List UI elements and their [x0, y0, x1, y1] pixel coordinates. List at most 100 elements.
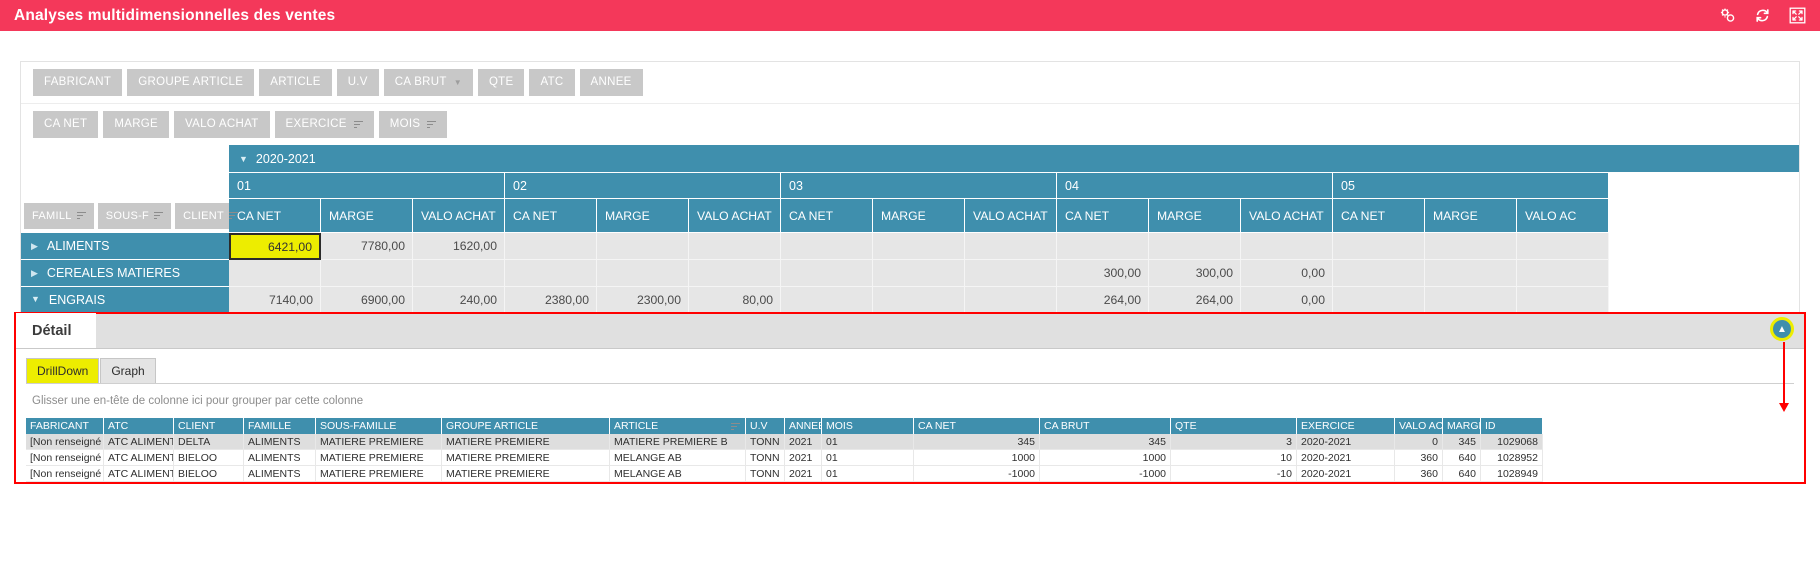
detail-column-header-annee[interactable]: ANNEE — [785, 418, 822, 434]
pivot-month-header-03[interactable]: 03 — [781, 173, 1057, 199]
settings-gears-icon[interactable] — [1719, 7, 1736, 24]
pivot-measure-header[interactable]: VALO ACHAT — [689, 199, 781, 233]
pivot-data-cell[interactable]: 300,00 — [1057, 260, 1149, 287]
field-chip-ca-brut[interactable]: CA BRUT▼ — [384, 69, 473, 96]
pivot-data-cell[interactable] — [873, 260, 965, 287]
pivot-data-cell[interactable] — [505, 260, 597, 287]
pivot-data-cell[interactable]: 1620,00 — [413, 233, 505, 260]
filter-arrow-icon[interactable]: ▼ — [454, 79, 462, 87]
tab-detail[interactable]: Détail — [16, 313, 96, 348]
detail-table-row[interactable]: [Non renseignéATC ALIMENTSDELTAALIMENTSM… — [26, 434, 1794, 450]
pivot-measure-header[interactable]: CA NET — [781, 199, 873, 233]
field-chip-mois[interactable]: MOIS — [379, 111, 448, 138]
detail-column-header-id[interactable]: ID — [1481, 418, 1543, 434]
pivot-data-cell[interactable] — [505, 233, 597, 260]
pivot-data-cell[interactable]: 0,00 — [1241, 287, 1333, 314]
fullscreen-icon[interactable] — [1789, 7, 1806, 24]
pivot-data-cell[interactable] — [781, 260, 873, 287]
subtab-graph[interactable]: Graph — [100, 358, 155, 383]
pivot-data-cell[interactable] — [1057, 233, 1149, 260]
pivot-data-cell[interactable] — [1425, 287, 1517, 314]
pivot-data-cell[interactable] — [1149, 233, 1241, 260]
pivot-measure-header[interactable]: MARGE — [597, 199, 689, 233]
subtab-drilldown[interactable]: DrillDown — [26, 358, 99, 383]
field-chip-ca-net[interactable]: CA NET — [33, 111, 98, 138]
pivot-data-cell[interactable] — [965, 287, 1057, 314]
field-chip-exercice[interactable]: EXERCICE — [275, 111, 374, 138]
pivot-measure-header[interactable]: VALO ACHAT — [413, 199, 505, 233]
pivot-data-cell[interactable] — [229, 260, 321, 287]
pivot-data-cell[interactable]: 0,00 — [1241, 260, 1333, 287]
field-chip-atc[interactable]: ATC — [529, 69, 574, 96]
pivot-data-cell[interactable]: 7780,00 — [321, 233, 413, 260]
detail-column-header-mois[interactable]: MOIS — [822, 418, 914, 434]
pivot-data-cell[interactable]: 264,00 — [1057, 287, 1149, 314]
pivot-data-cell[interactable] — [965, 260, 1057, 287]
field-chip-fabricant[interactable]: FABRICANT — [33, 69, 122, 96]
pivot-data-cell[interactable] — [1425, 233, 1517, 260]
pivot-column-group-header[interactable]: ▼ 2020-2021 — [229, 145, 1799, 173]
field-chip-article[interactable]: ARTICLE — [259, 69, 331, 96]
pivot-month-header-05[interactable]: 05 — [1333, 173, 1609, 199]
pivot-month-header-02[interactable]: 02 — [505, 173, 781, 199]
pivot-data-cell[interactable] — [873, 287, 965, 314]
pivot-data-cell[interactable]: 2380,00 — [505, 287, 597, 314]
pivot-month-header-04[interactable]: 04 — [1057, 173, 1333, 199]
field-chip-valo-achat[interactable]: VALO ACHAT — [174, 111, 270, 138]
detail-column-header-valo-aci[interactable]: VALO ACI — [1395, 418, 1443, 434]
pivot-data-cell[interactable] — [1333, 233, 1425, 260]
pivot-data-cell[interactable] — [321, 260, 413, 287]
pivot-measure-header[interactable]: CA NET — [505, 199, 597, 233]
row-field-chip-sous-f[interactable]: SOUS-F — [98, 203, 171, 229]
pivot-data-cell[interactable]: 6900,00 — [321, 287, 413, 314]
detail-column-header-ca-net[interactable]: CA NET — [914, 418, 1040, 434]
detail-table-row[interactable]: [Non renseignéATC ALIMENTSBIELOOALIMENTS… — [26, 450, 1794, 466]
pivot-data-cell[interactable]: 264,00 — [1149, 287, 1241, 314]
pivot-data-cell[interactable] — [1241, 233, 1333, 260]
pivot-measure-header[interactable]: CA NET — [229, 199, 321, 233]
pivot-data-cell[interactable] — [689, 233, 781, 260]
pivot-measure-header[interactable]: CA NET — [1333, 199, 1425, 233]
row-field-chip-famill[interactable]: FAMILL — [24, 203, 94, 229]
field-chip-groupe-article[interactable]: GROUPE ARTICLE — [127, 69, 254, 96]
pivot-data-cell[interactable] — [781, 287, 873, 314]
pivot-data-cell[interactable]: 300,00 — [1149, 260, 1241, 287]
pivot-data-cell[interactable] — [1517, 233, 1609, 260]
pivot-row-header[interactable]: ▶CEREALES MATIERES — [21, 260, 229, 287]
detail-column-header-ca-brut[interactable]: CA BRUT — [1040, 418, 1171, 434]
field-chip-qte[interactable]: QTE — [478, 69, 525, 96]
pivot-measure-header[interactable]: MARGE — [321, 199, 413, 233]
pivot-data-cell[interactable] — [965, 233, 1057, 260]
pivot-data-cell[interactable] — [1425, 260, 1517, 287]
pivot-measure-header[interactable]: VALO ACHAT — [1241, 199, 1333, 233]
pivot-data-cell[interactable] — [873, 233, 965, 260]
pivot-measure-header[interactable]: CA NET — [1057, 199, 1149, 233]
detail-column-header-qte[interactable]: QTE — [1171, 418, 1297, 434]
refresh-icon[interactable] — [1754, 7, 1771, 24]
detail-column-header-fabricant[interactable]: FABRICANT — [26, 418, 104, 434]
detail-table-row[interactable]: [Non renseignéATC ALIMENTSBIELOOALIMENTS… — [26, 466, 1794, 482]
detail-column-header-marge[interactable]: MARGE — [1443, 418, 1481, 434]
pivot-row-header[interactable]: ▶ALIMENTS — [21, 233, 229, 260]
chevron-right-icon[interactable]: ▶ — [31, 242, 38, 251]
field-chip-u-v[interactable]: U.V — [337, 69, 379, 96]
pivot-data-cell[interactable]: 80,00 — [689, 287, 781, 314]
pivot-month-header-01[interactable]: 01 — [229, 173, 505, 199]
group-by-dropzone[interactable]: Glisser une en-tête de colonne ici pour … — [26, 384, 1794, 417]
pivot-data-cell[interactable] — [1517, 287, 1609, 314]
pivot-data-cell[interactable] — [689, 260, 781, 287]
detail-column-header-groupe-article[interactable]: GROUPE ARTICLE — [442, 418, 610, 434]
detail-column-header-sous-famille[interactable]: SOUS-FAMILLE — [316, 418, 442, 434]
pivot-data-cell[interactable]: 6421,00 — [229, 233, 321, 260]
pivot-data-cell[interactable]: 240,00 — [413, 287, 505, 314]
detail-column-header-exercice[interactable]: EXERCICE — [1297, 418, 1395, 434]
chevron-right-icon[interactable]: ▶ — [31, 269, 38, 278]
detail-column-header-famille[interactable]: FAMILLE — [244, 418, 316, 434]
field-chip-marge[interactable]: MARGE — [103, 111, 169, 138]
pivot-data-cell[interactable] — [1333, 260, 1425, 287]
pivot-measure-header[interactable]: VALO AC — [1517, 199, 1609, 233]
pivot-data-cell[interactable]: 7140,00 — [229, 287, 321, 314]
detail-column-header-client[interactable]: CLIENT — [174, 418, 244, 434]
pivot-data-cell[interactable] — [1517, 260, 1609, 287]
chevron-down-icon[interactable]: ▼ — [31, 295, 40, 304]
